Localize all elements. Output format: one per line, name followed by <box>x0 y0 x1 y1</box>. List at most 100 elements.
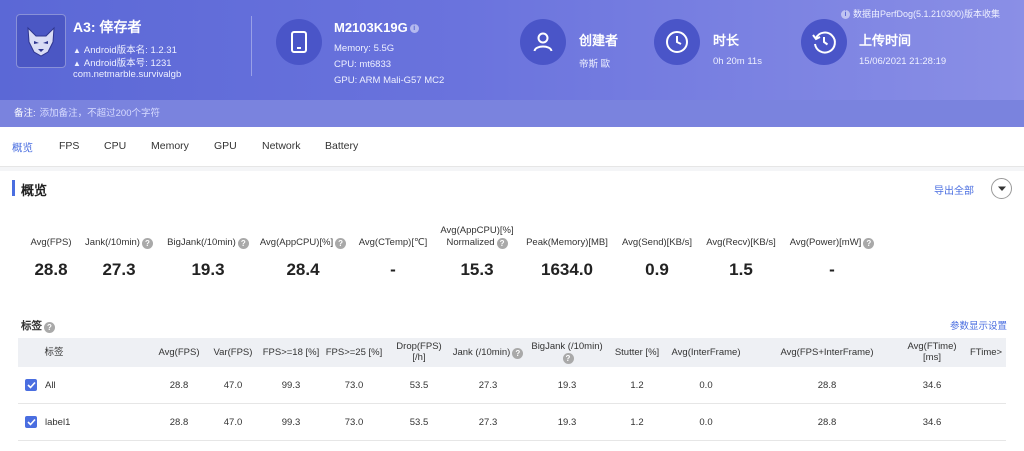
table-cell: 99.3 <box>281 380 301 391</box>
help-icon[interactable]: ? <box>863 238 875 249</box>
table-header: 标签 Avg(FPS) Var(FPS) FPS>=18 [%] FPS>=25… <box>18 338 1006 367</box>
duration-value: 0h 20m 11s <box>713 56 762 67</box>
upload-value: 15/06/2021 21:28:19 <box>859 56 947 67</box>
android-icon: ▲ <box>73 59 81 68</box>
metric-avg-ctemp: Avg(CTemp)[℃] - <box>356 225 430 280</box>
help-icon[interactable]: ? <box>335 238 347 249</box>
help-icon[interactable]: ? <box>237 238 249 249</box>
column-header: Avg(FPS) <box>158 347 200 358</box>
metric-value: - <box>390 260 396 279</box>
table-cell: 28.8 <box>169 380 189 391</box>
metric-label: Avg(CTemp)[℃] <box>358 237 428 248</box>
table-cell: 47.0 <box>223 417 243 428</box>
metric-value: 28.8 <box>34 260 68 279</box>
tab-network[interactable]: Network <box>262 140 301 152</box>
section-accent <box>12 180 15 196</box>
table-cell: 99.3 <box>281 417 301 428</box>
metric-value: 19.3 <box>191 260 225 279</box>
tab-battery[interactable]: Battery <box>325 140 358 152</box>
metric-label: Jank(/10min) <box>85 237 140 248</box>
metric-avg-recv: Avg(Recv)[KB/s] 1.5 <box>702 225 780 280</box>
table-cell: 1.2 <box>630 417 644 428</box>
table-row: All 28.8 47.0 99.3 73.0 53.5 27.3 19.3 1… <box>18 367 1006 404</box>
table-cell: 53.5 <box>409 380 429 391</box>
metric-appcpu-normalized: Avg(AppCPU)[%] Normalized? 15.3 <box>436 225 518 280</box>
help-icon[interactable]: ? <box>512 348 524 359</box>
duration-title: 时长 <box>713 33 740 48</box>
table-cell: 19.3 <box>557 417 577 428</box>
column-header: Avg(FTime) [ms] <box>907 341 957 363</box>
table-cell: 0.0 <box>699 380 713 391</box>
metric-value: 0.9 <box>645 260 669 279</box>
info-icon: i <box>840 10 850 20</box>
metric-value: 1634.0 <box>541 260 593 279</box>
param-settings-link[interactable]: 参数显示设置 <box>950 318 1007 332</box>
metric-label: Avg(FPS) <box>30 237 72 248</box>
overview-title: 概览 <box>21 183 48 198</box>
table-cell: 28.8 <box>817 380 837 391</box>
help-icon[interactable]: ? <box>141 238 153 249</box>
metric-value: 1.5 <box>729 260 753 279</box>
help-icon[interactable]: ? <box>562 353 574 364</box>
check-icon <box>26 381 36 389</box>
column-header: 标签 <box>44 347 64 358</box>
column-header: BigJank (/10min)? <box>531 341 603 364</box>
column-header: Avg(FPS+InterFrame) <box>780 347 874 358</box>
device-memory: Memory: 5.5G <box>334 43 395 54</box>
tab-memory[interactable]: Memory <box>151 140 189 152</box>
export-all-link[interactable]: 导出全部 <box>934 182 974 197</box>
help-icon[interactable]: ? <box>44 322 55 333</box>
table-cell: 73.0 <box>344 417 364 428</box>
column-header: FPS>=25 [%] <box>325 347 383 358</box>
labels-title: 标签? <box>21 318 55 333</box>
tab-overview[interactable]: 概览 <box>12 140 33 155</box>
column-header: Var(FPS) <box>213 347 253 358</box>
device-cpu: CPU: mt6833 <box>334 59 392 70</box>
metric-label: Avg(Recv)[KB/s] <box>706 237 776 248</box>
table-cell: 47.0 <box>223 380 243 391</box>
collapse-button[interactable] <box>991 178 1012 199</box>
metric-label: BigJank(/10min) <box>167 237 236 248</box>
table-cell: 27.3 <box>478 380 498 391</box>
metric-label: Avg(AppCPU)[%] <box>440 225 514 236</box>
row-checkbox[interactable] <box>25 416 37 428</box>
remark-input[interactable]: 添加备注，不超过200个字符 <box>40 108 160 119</box>
column-header: FPS>=18 [%] <box>262 347 320 358</box>
metric-avg-appcpu: Avg(AppCPU)[%]? 28.4 <box>257 225 349 280</box>
clock-icon <box>654 19 700 65</box>
row-checkbox[interactable] <box>25 379 37 391</box>
help-icon[interactable]: ? <box>496 238 508 249</box>
version-name: ▲ Android版本名: 1.2.31 <box>73 45 177 56</box>
metric-label-line2: Normalized <box>446 237 495 248</box>
table-cell: 73.0 <box>344 380 364 391</box>
column-header: FTime> <box>970 347 1003 358</box>
table-cell: 28.8 <box>817 417 837 428</box>
column-header: Jank (/10min)? <box>450 347 526 359</box>
android-icon: ▲ <box>73 46 81 55</box>
tab-gpu[interactable]: GPU <box>214 140 237 152</box>
table-cell: 53.5 <box>409 417 429 428</box>
metric-label: Avg(Send)[KB/s] <box>621 237 693 248</box>
metric-label: Peak(Memory)[MB] <box>526 237 608 248</box>
row-label: label1 <box>45 417 71 428</box>
column-header: Stutter [%] <box>614 347 660 358</box>
tab-cpu[interactable]: CPU <box>104 140 126 152</box>
metric-label: Avg(Power)[mW] <box>789 237 862 248</box>
info-icon[interactable]: i <box>409 24 419 34</box>
app-header: A3: 倖存者 ▲ Android版本名: 1.2.31 ▲ Android版本号:… <box>0 0 1024 100</box>
metric-value: 28.4 <box>286 260 320 279</box>
metric-label: Avg(AppCPU)[%] <box>259 237 334 248</box>
creator-title: 创建者 <box>579 33 619 48</box>
tablet-icon <box>276 19 322 65</box>
device-model: M2103K19G i <box>334 20 419 35</box>
tab-fps[interactable]: FPS <box>59 140 79 152</box>
metric-value: 27.3 <box>102 260 136 279</box>
header-divider <box>251 16 252 76</box>
history-icon <box>801 19 847 65</box>
metric-jank: Jank(/10min)? 27.3 <box>82 225 156 280</box>
app-title: A3: 倖存者 <box>73 19 142 35</box>
table-cell: 19.3 <box>557 380 577 391</box>
remark-bar[interactable]: 备注: 添加备注，不超过200个字符 <box>0 100 1024 127</box>
table-cell: 34.6 <box>922 380 942 391</box>
check-icon <box>26 418 36 426</box>
